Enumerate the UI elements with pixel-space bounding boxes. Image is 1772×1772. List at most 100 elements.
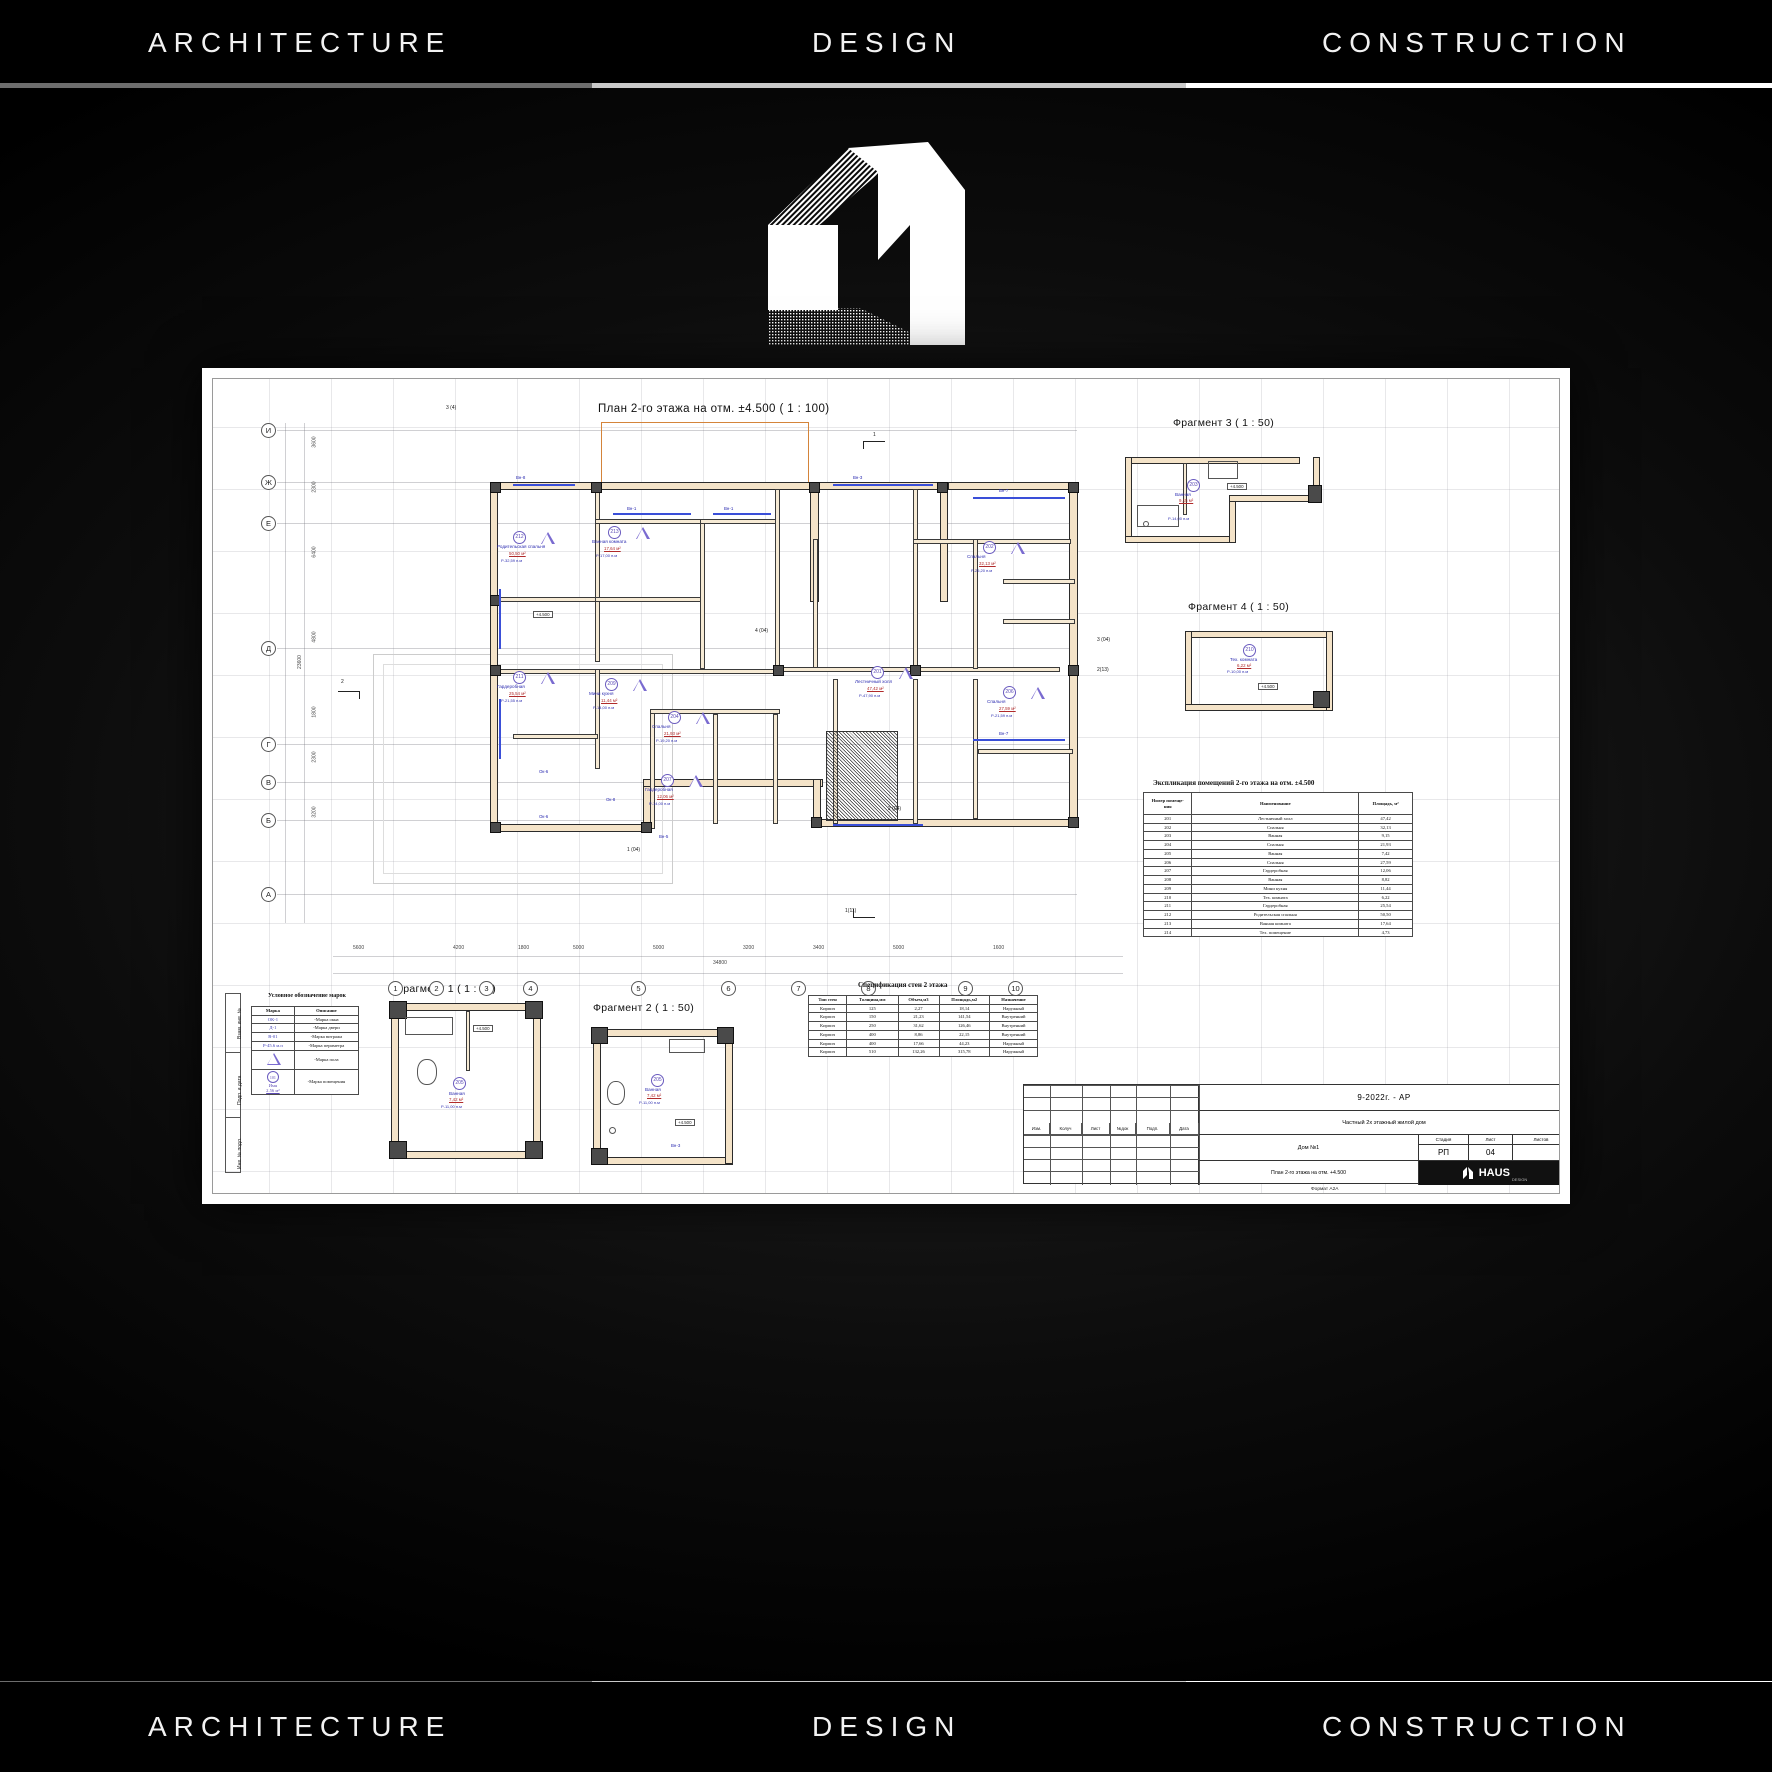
structural-column — [811, 817, 822, 828]
table-row: 210 Тех. комната 6,22 — [1142, 892, 1413, 903]
room-area: 9,15 м² — [1179, 498, 1194, 503]
stage-header: Стадия — [1435, 1137, 1452, 1142]
interior-wall — [775, 489, 780, 669]
room-schedule-table: Номер помеще-ния Наименование Площадь, м² 2… — [1142, 792, 1413, 938]
floor-mark-triangle: Кг — [696, 712, 710, 724]
table-row: 201 Лестничный холл 47,42 — [1142, 814, 1413, 824]
window-glazing — [613, 513, 691, 515]
toilet-fixture — [607, 1081, 625, 1105]
top-rule-strip — [0, 83, 1772, 88]
room-name-cell: Спальня — [1191, 822, 1360, 833]
object-name: Частный 2х этажный жилой дом — [1342, 1119, 1426, 1126]
room-name: Ванная — [645, 1087, 661, 1092]
sink-fixture — [1143, 521, 1149, 527]
room-area-cell: 27,59 — [1358, 857, 1413, 868]
wall-spec-cell: Наружный — [988, 1003, 1039, 1014]
room-number-cell: 209 — [1142, 883, 1193, 894]
fragment-wall — [1125, 457, 1132, 543]
room-schedule-title: Экспликация помещений 2-го этажа на отм.… — [1153, 779, 1315, 787]
room-name: Спальня — [987, 699, 1006, 704]
wall-spec-cell: Кирпич — [807, 1038, 848, 1049]
room-number-bubble: 210 — [1243, 644, 1256, 657]
section-mark: 3 (4) — [446, 405, 457, 411]
wall-spec-cell: Кирпич — [807, 1012, 848, 1023]
room-name: Ванная — [1175, 492, 1191, 497]
wall-spec-cell: Кирпич — [807, 1003, 848, 1014]
window-glazing — [833, 824, 923, 826]
wall-spec-cell: 132,26 — [897, 1047, 940, 1058]
section-tick — [359, 691, 360, 699]
room-number-bubble: 206 — [1003, 686, 1016, 699]
room-perimeter: P-47,90 п.м — [859, 693, 881, 698]
window-mark: Вн-8 — [516, 475, 526, 480]
room-area-cell: 8,82 — [1358, 875, 1413, 885]
window-mark: Ок-8 — [606, 797, 616, 802]
table-row: 206 Спальня 27,59 — [1142, 857, 1413, 868]
room-number-cell: 202 — [1142, 822, 1193, 833]
window-mark: Вн-3 — [853, 475, 863, 480]
interior-wall — [490, 669, 780, 674]
legend-mark-cell: ОК-1 — [251, 1014, 295, 1025]
elevation-tag: +4.500 — [1227, 483, 1247, 490]
brand-word-design: DESIGN — [812, 27, 962, 58]
room-number-cell: 204 — [1142, 840, 1193, 850]
sheet-header: Лист — [1485, 1137, 1496, 1142]
floor-mark-triangle: Кг — [541, 532, 555, 544]
interior-wall — [513, 734, 598, 739]
wall-spec-cell: Внутренний — [988, 1021, 1039, 1031]
room-name: Родительская спальня — [497, 544, 546, 549]
table-row: 202 Спальня 32,13 — [1142, 822, 1413, 833]
window-mark: Вн-3 — [671, 1143, 681, 1148]
room-name: Гардеробная — [497, 684, 525, 689]
sheet-value-cell: 04 — [1469, 1145, 1513, 1161]
room-area: 32,13 м² — [979, 561, 996, 566]
wall-spec-cell: 8,86 — [897, 1029, 940, 1040]
window-mark: Вн-7 — [999, 488, 1009, 493]
wall-spec-cell: 22,15 — [938, 1029, 990, 1040]
wall-spec-cell: Наружный — [988, 1047, 1039, 1058]
bottom-brand-bar: ARCHITECTURE DESIGN CONSTRUCTION — [0, 1682, 1772, 1772]
fragment-column — [525, 1141, 543, 1159]
table-row: Д-1 -Марка двери — [251, 1023, 360, 1034]
fragment-wall — [391, 1003, 541, 1011]
fragment-wall — [1185, 631, 1333, 638]
room-area-cell: 11,44 — [1358, 883, 1413, 894]
room-area: 7,42 м² — [647, 1093, 662, 1098]
interior-wall — [813, 539, 818, 669]
room-area-cell: 7,42 — [1358, 848, 1413, 859]
fragment-wall — [593, 1029, 601, 1164]
wall-spec-cell: Кирпич — [807, 1029, 848, 1040]
interior-wall — [773, 714, 778, 824]
elevation-tag: +4.500 — [675, 1119, 695, 1126]
room-number-cell: 210 — [1142, 892, 1193, 903]
room-number-bubble: 207 — [661, 774, 674, 787]
fragment-wall — [1185, 631, 1192, 711]
wall-spec-cell: Кирпич — [807, 1021, 848, 1031]
fragment-column — [591, 1027, 608, 1044]
room-number-cell: 214 — [1142, 927, 1193, 938]
room-number-bubble: 205 — [453, 1077, 466, 1090]
window-glazing — [499, 699, 501, 759]
haus-company-sub: DESIGN — [1511, 1177, 1528, 1182]
section-mark: 2 — [341, 679, 344, 685]
table-row: 208 Ванная 8,82 — [1142, 875, 1413, 885]
wall-spec-header: Объем,м3 — [897, 995, 940, 1005]
section-tick — [863, 441, 864, 449]
rule-segment-light — [1186, 83, 1772, 88]
fragment-wall — [1183, 463, 1187, 515]
table-row: Кирпич 125 2,27 18,14 Наружный — [807, 1003, 1039, 1014]
room-perimeter: P-17,00 п.м — [596, 553, 618, 558]
legend-header: Описание — [293, 1006, 360, 1016]
room-number-cell: 203 — [1142, 831, 1193, 842]
structural-column — [773, 665, 784, 676]
brand-word-design-bottom: DESIGN — [812, 1711, 962, 1742]
haus-mark-icon — [1462, 1167, 1473, 1179]
room-area-cell: 47,42 — [1358, 814, 1413, 824]
window-glazing — [973, 497, 1065, 499]
interior-wall — [913, 489, 918, 669]
wall-spec-cell: 2,27 — [897, 1003, 940, 1014]
legend-mark-cell: P-45.6 м.п — [251, 1040, 295, 1051]
floor-mark-triangle: Кг — [1011, 542, 1025, 554]
interior-wall — [595, 669, 600, 769]
floor-mark-triangle: Кг — [541, 672, 555, 684]
